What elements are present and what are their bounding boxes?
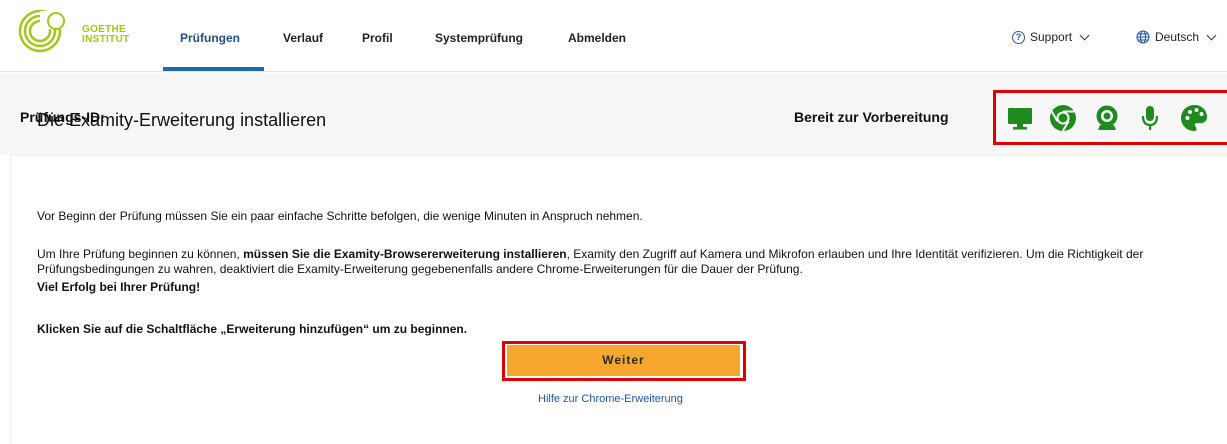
click-instruction: Klicken Sie auf die Schaltfläche „Erweit… — [37, 322, 468, 336]
goethe-logo[interactable]: GOETHE INSTITUT — [18, 9, 146, 53]
top-navigation: GOETHE INSTITUT Prüfungen Verlauf Profil… — [0, 0, 1227, 72]
good-luck-text: Viel Erfolg bei Ihrer Prüfung! — [37, 280, 201, 294]
support-menu[interactable]: ? Support — [1012, 30, 1090, 44]
intro-text: Vor Beginn der Prüfung müssen Sie ein pa… — [37, 209, 643, 223]
nav-abmelden[interactable]: Abmelden — [568, 31, 626, 45]
page-title: Die Examity-Erweiterung installieren — [37, 110, 327, 130]
readiness-icons-highlight — [993, 90, 1227, 145]
microphone-icon — [1141, 106, 1159, 130]
help-icon: ? — [1012, 30, 1025, 44]
goethe-logo-icon — [18, 9, 65, 53]
chrome-extension-help-link[interactable]: Hilfe zur Chrome-Erweiterung — [538, 393, 683, 405]
palette-icon — [1181, 104, 1208, 131]
monitor-icon — [1008, 108, 1032, 130]
weiter-button[interactable]: Weiter — [507, 345, 740, 376]
support-label: Support — [1030, 30, 1073, 44]
chevron-down-icon — [1079, 30, 1090, 40]
logo-line-2: INSTITUT — [82, 34, 130, 45]
instructions-start: Um Ihre Prüfung beginnen zu können, — [37, 247, 244, 261]
instructions-emphasis: müssen Sie die Examity-Browsererweiterun… — [243, 247, 567, 261]
page: GOETHE INSTITUT Prüfungen Verlauf Profil… — [0, 0, 1227, 444]
nav-profil[interactable]: Profil — [362, 31, 393, 45]
language-menu[interactable]: Deutsch — [1136, 30, 1217, 44]
active-tab-indicator — [163, 67, 264, 71]
webcam-icon — [1096, 105, 1118, 130]
ready-status-label: Bereit zur Vorbereitung — [794, 109, 949, 125]
language-label: Deutsch — [1155, 30, 1200, 44]
logo-text: GOETHE INSTITUT — [82, 25, 129, 45]
instructions-paragraph: Um Ihre Prüfung beginnen zu können, müss… — [37, 247, 1227, 277]
chrome-icon — [1050, 105, 1076, 132]
nav-pruefungen[interactable]: Prüfungen — [180, 31, 240, 45]
nav-verlauf[interactable]: Verlauf — [283, 31, 323, 45]
nav-systempruefung[interactable]: Systemprüfung — [435, 31, 523, 45]
chevron-down-icon — [1206, 30, 1217, 40]
globe-icon — [1136, 30, 1150, 44]
